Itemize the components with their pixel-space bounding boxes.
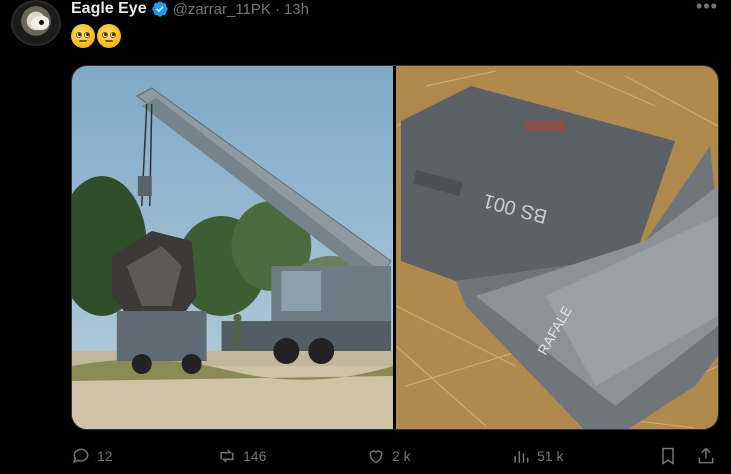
bookmark-button[interactable] — [658, 446, 678, 466]
separator-dot: · — [274, 0, 280, 18]
post-time[interactable]: 13h — [284, 1, 309, 18]
eagle-eye-detail — [39, 20, 44, 25]
reply-icon — [73, 448, 89, 464]
post-text — [71, 24, 121, 48]
media-grid: BS 001 RAFALE — [71, 65, 719, 430]
repost-count: 146 — [243, 448, 267, 464]
share-icon — [698, 447, 714, 464]
post-header: Eagle Eye @zarrar_11PK · 13h — [71, 0, 309, 20]
avatar[interactable] — [11, 0, 61, 46]
post-actions: 12 146 2 k 51 k — [71, 446, 721, 470]
share-button[interactable] — [696, 446, 716, 466]
rolling-eyes-emoji-icon — [97, 24, 121, 48]
heart-icon — [369, 450, 383, 464]
author-handle[interactable]: @zarrar_11PK — [173, 1, 271, 18]
view-count: 51 k — [537, 448, 564, 464]
like-count: 2 k — [392, 448, 411, 464]
media-image-right[interactable]: BS 001 RAFALE — [396, 66, 718, 430]
more-options-icon[interactable]: ••• — [694, 0, 720, 16]
repost-button[interactable]: 146 — [217, 446, 266, 466]
verified-badge-icon — [151, 1, 168, 17]
repost-icon — [220, 449, 234, 463]
views-button[interactable]: 51 k — [511, 446, 563, 466]
reply-button[interactable]: 12 — [71, 446, 113, 466]
author-name[interactable]: Eagle Eye — [71, 0, 147, 18]
views-bar-chart-icon — [514, 451, 529, 463]
bookmark-icon — [662, 447, 674, 465]
rolling-eyes-emoji-icon — [71, 24, 95, 48]
reply-count: 12 — [97, 448, 113, 464]
media-image-left[interactable] — [72, 66, 393, 430]
like-button[interactable]: 2 k — [366, 446, 411, 466]
